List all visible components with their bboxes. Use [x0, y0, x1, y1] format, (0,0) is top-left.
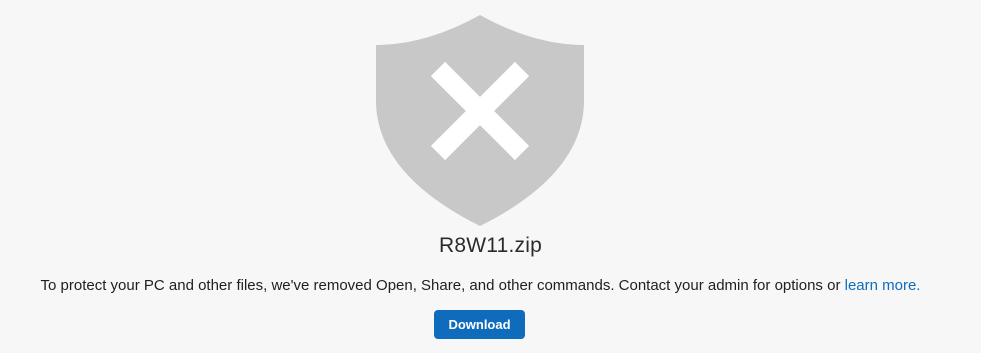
file-name: R8W11.zip: [439, 234, 542, 257]
blocked-shield-icon: [376, 15, 584, 226]
learn-more-link[interactable]: learn more.: [845, 277, 921, 294]
blocked-file-page: R8W11.zip To protect your PC and other f…: [0, 0, 981, 353]
blocked-message: To protect your PC and other files, we'v…: [0, 277, 961, 294]
download-button[interactable]: Download: [434, 310, 525, 339]
blocked-message-text: To protect your PC and other files, we'v…: [40, 277, 845, 294]
